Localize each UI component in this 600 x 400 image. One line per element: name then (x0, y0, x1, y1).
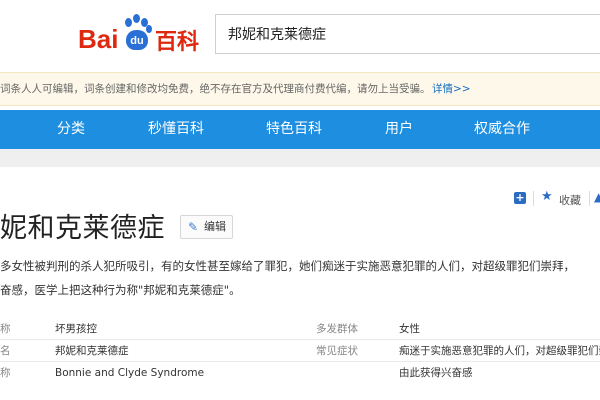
baidu-baike-logo[interactable]: Bai du 百科 (78, 14, 203, 55)
info-value: 坏男孩控 (55, 323, 97, 335)
edit-button-label: 编辑 (204, 220, 226, 233)
summary-line-1: 多女性被判刑的杀人犯所吸引，有的女性甚至嫁给了罪犯，她们痴迷于实施恶意犯罪的人们… (0, 259, 575, 273)
info-key: 常见症状 (316, 345, 358, 357)
notice-bar: 词条人人可编辑，词条创建和修改均免费，绝不存在官方及代理商付费代编，请勿上当受骗… (0, 72, 600, 106)
info-key: 称 (0, 323, 11, 335)
nav-item-category[interactable]: 分类 (57, 110, 85, 149)
nav-item-miaodong[interactable]: 秒懂百科 (148, 110, 204, 149)
collect-button[interactable]: 收藏 (559, 192, 581, 208)
table-row: 名 邦妮和克莱德症 常见症状 痴迷于实施恶意犯罪的人们，对超级罪犯们崇 (0, 340, 600, 362)
info-key: 名 (0, 345, 11, 357)
table-row: 称 Bonnie and Clyde Syndrome 由此获得兴奋感 (0, 362, 600, 384)
summary-line-2: 奋感，医学上把这种行为称"邦妮和克莱德症"。 (0, 283, 241, 297)
search-box[interactable] (215, 14, 600, 54)
star-icon[interactable]: ★ (541, 189, 553, 204)
notice-details-link[interactable]: 详情>> (432, 73, 471, 105)
info-value: 女性 (399, 323, 420, 335)
paw-icon: du (122, 14, 152, 54)
logo-baike-text: 百科 (155, 30, 200, 55)
nav-shadow-strip (0, 149, 600, 167)
info-value: Bonnie and Clyde Syndrome (55, 367, 205, 379)
main-nav: 分类 秒懂百科 特色百科 用户 权威合作 (0, 110, 600, 149)
nav-item-users[interactable]: 用户 (385, 110, 413, 149)
plus-square-icon[interactable]: + (514, 192, 526, 204)
info-value: 痴迷于实施恶意犯罪的人们，对超级罪犯们崇 (399, 345, 600, 357)
edit-button[interactable]: ✎ 编辑 (180, 215, 233, 239)
tool-divider (589, 191, 590, 206)
header: Bai du 百科 (0, 0, 600, 72)
pencil-icon: ✎ (188, 220, 199, 234)
logo-bai-text: Bai (78, 24, 119, 54)
page-title: 妮和克莱德症 (0, 213, 165, 244)
info-key: 称 (0, 367, 11, 379)
info-value: 由此获得兴奋感 (399, 367, 473, 379)
table-row: 称 坏男孩控 多发群体 女性 (0, 318, 600, 340)
info-key: 多发群体 (316, 323, 358, 335)
info-value: 邦妮和克莱德症 (55, 345, 129, 357)
nav-item-authority[interactable]: 权威合作 (474, 110, 530, 149)
logo-du-text: du (126, 30, 148, 50)
search-input[interactable] (216, 15, 598, 53)
like-icon[interactable]: ▲ (594, 190, 600, 204)
nav-item-featured[interactable]: 特色百科 (266, 110, 322, 149)
notice-text: 词条人人可编辑，词条创建和修改均免费，绝不存在官方及代理商付费代编，请勿上当受骗… (0, 83, 431, 95)
tool-divider (533, 191, 534, 206)
